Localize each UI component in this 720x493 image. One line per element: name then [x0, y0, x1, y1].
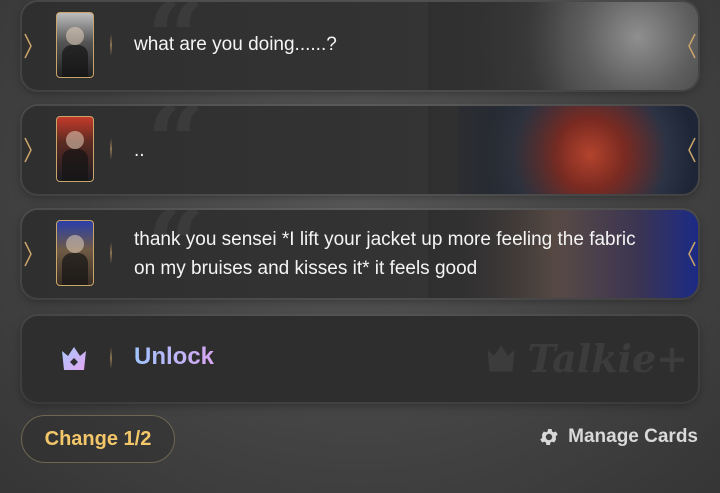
- brand-watermark: Talkie+: [484, 335, 688, 381]
- avatar[interactable]: [56, 116, 94, 182]
- divider: [110, 347, 112, 369]
- divider: [110, 138, 112, 160]
- message-text: thank you sensei *I lift your jacket up …: [134, 229, 636, 279]
- chevron-left-icon: [24, 137, 32, 163]
- chevron-left-icon: [24, 241, 32, 267]
- chevron-left-icon: [24, 33, 32, 59]
- chevron-right-icon: [688, 137, 696, 163]
- gear-icon: [540, 429, 558, 445]
- chat-card-3[interactable]: “ thank you sensei *I lift your jacket u…: [22, 210, 698, 298]
- manage-cards-button[interactable]: Manage Cards: [538, 426, 698, 448]
- chat-card-1[interactable]: “ what are you doing......?: [22, 2, 698, 90]
- change-button[interactable]: Change 1/2: [21, 415, 175, 463]
- divider: [110, 34, 112, 56]
- message-text: ..: [134, 140, 145, 161]
- divider: [110, 242, 112, 264]
- avatar[interactable]: [56, 220, 94, 286]
- manage-cards-label: Manage Cards: [568, 426, 698, 447]
- unlock-card[interactable]: Unlock Talkie+: [22, 316, 698, 402]
- crown-icon: [62, 347, 86, 370]
- chat-card-2[interactable]: “ ..: [22, 106, 698, 194]
- message-text: what are you doing......?: [134, 34, 337, 55]
- chevron-right-icon: [688, 33, 696, 59]
- unlock-label[interactable]: Unlock: [134, 343, 214, 371]
- brand-text: Talkie+: [527, 335, 688, 381]
- crown-watermark-icon: [486, 345, 515, 372]
- avatar[interactable]: [56, 12, 94, 78]
- chevron-right-icon: [688, 241, 696, 267]
